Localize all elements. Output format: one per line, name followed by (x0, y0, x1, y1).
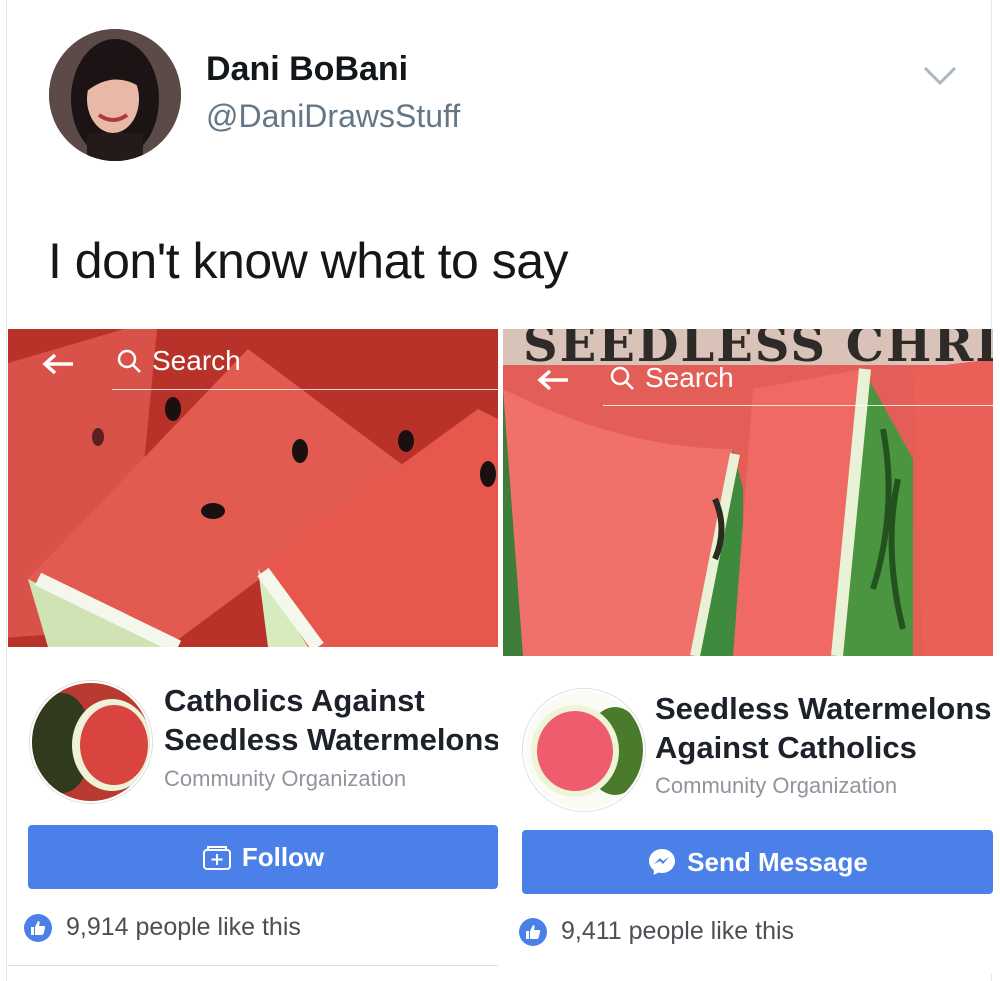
author-handle[interactable]: @DaniDrawsStuff (206, 98, 460, 135)
search-icon (117, 349, 141, 373)
search-underline (603, 405, 993, 406)
search-bar[interactable]: Search (609, 362, 734, 394)
follow-label: Follow (241, 841, 325, 872)
profile-picture[interactable] (30, 681, 152, 803)
profile-picture[interactable] (523, 689, 645, 811)
back-arrow-icon[interactable] (536, 369, 570, 391)
likes-summary[interactable]: 9,411 people like this (519, 917, 794, 946)
right-page-screenshot: SEEDLESS CHRISTI Search Seedless Waterme… (503, 329, 993, 974)
page-name-line1: Seedless Watermelons (655, 691, 992, 726)
divider (8, 965, 498, 966)
left-page-screenshot: Search Catholics Against Seedless Waterm… (8, 329, 498, 974)
follow-button[interactable]: Follow (28, 825, 498, 889)
search-input[interactable]: Search (152, 345, 241, 377)
page-category[interactable]: Community Organization (164, 766, 406, 792)
search-bar[interactable]: Search (116, 345, 241, 377)
likes-summary[interactable]: 9,914 people like this (24, 913, 301, 942)
page-name-line1: Catholics Against (164, 683, 425, 718)
likes-count: 9,914 people like this (66, 913, 301, 941)
back-arrow-icon[interactable] (41, 353, 75, 375)
chevron-down-icon[interactable] (922, 64, 958, 88)
page-name-line2: Seedless Watermelons (164, 722, 498, 757)
cover-photo (8, 329, 498, 647)
page-name-line2: Against Catholics (655, 730, 917, 765)
author-name[interactable]: Dani BoBani (206, 50, 408, 89)
search-input[interactable]: Search (645, 362, 734, 394)
cover-photo (503, 329, 993, 656)
like-icon (519, 917, 547, 946)
page-name[interactable]: Seedless Watermelons Against Catholics (655, 689, 992, 767)
page-name[interactable]: Catholics Against Seedless Watermelons (164, 681, 498, 759)
search-underline (112, 389, 498, 390)
likes-count: 9,411 people like this (561, 917, 795, 945)
cover-banner-text: SEEDLESS CHRISTI (523, 329, 993, 373)
follow-icon (202, 846, 231, 870)
page-category[interactable]: Community Organization (655, 773, 897, 799)
send-message-label: Send Message (687, 846, 868, 877)
search-icon (610, 366, 634, 390)
messenger-icon (649, 849, 676, 875)
send-message-button[interactable]: Send Message (522, 830, 993, 894)
tweet-text: I don't know what to say (48, 233, 569, 289)
avatar[interactable] (49, 29, 181, 161)
like-icon (24, 913, 52, 942)
